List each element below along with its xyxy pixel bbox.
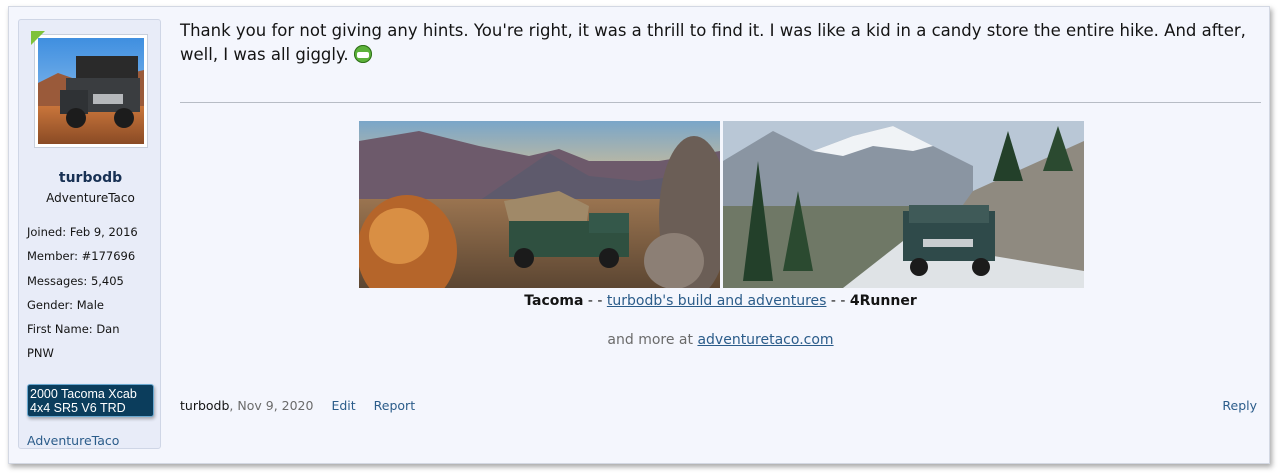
message-text: Thank you for not giving any hints. You'… (180, 21, 1246, 64)
signature-caption: Tacoma - - turbodb's build and adventure… (180, 293, 1261, 309)
build-badge-line2: 4x4 SR5 V6 TRD (30, 401, 126, 415)
stat-joined: Joined: Feb 9, 2016 (27, 225, 138, 249)
stat-value: Male (76, 297, 104, 312)
caption-4runner: 4Runner (849, 293, 917, 309)
stat-label: Member: (27, 249, 78, 264)
stat-gender: Gender: Male (27, 298, 138, 322)
stat-value: #177696 (81, 249, 136, 264)
user-sidebar: turbodb AdventureTaco Joined: Feb 9, 201… (18, 19, 161, 449)
reply-button[interactable]: Reply (1222, 398, 1257, 413)
message-body: Thank you for not giving any hints. You'… (180, 19, 1260, 67)
4runner-signature-image[interactable] (723, 121, 1084, 288)
caption-separator: - - (583, 293, 607, 309)
edit-button[interactable]: Edit (331, 398, 355, 413)
stat-messages: Messages: 5,405 (27, 274, 138, 298)
stat-first-name: First Name: Dan (27, 322, 138, 346)
avatar-image (38, 38, 144, 144)
stat-member: Member: #177696 (27, 249, 138, 273)
username[interactable]: turbodb (19, 170, 162, 186)
post-footer: turbodb, Nov 9, 2020 Edit Report (180, 398, 415, 413)
stat-label: Joined: (27, 225, 67, 239)
forum-post: turbodb AdventureTaco Joined: Feb 9, 201… (8, 6, 1270, 464)
stat-value: 5,405 (90, 273, 124, 288)
caption-separator: - - (826, 293, 850, 309)
caption-tacoma: Tacoma (524, 293, 584, 309)
build-badge-line1: 2000 Tacoma Xcab (30, 387, 137, 401)
stat-value: Feb 9, 2016 (69, 225, 138, 239)
stat-label: Gender: (27, 297, 74, 312)
report-button[interactable]: Report (374, 398, 415, 413)
tacoma-signature-image[interactable] (359, 121, 720, 288)
website-link[interactable]: adventuretaco.com (697, 332, 833, 348)
stat-value: PNW (27, 346, 54, 361)
more-prefix: and more at (607, 332, 698, 348)
user-stats: Joined: Feb 9, 2016 Member: #177696 Mess… (27, 225, 138, 371)
user-title: AdventureTaco (46, 191, 135, 205)
build-thread-link[interactable]: turbodb's build and adventures (607, 293, 827, 309)
stat-value: Dan (96, 322, 120, 337)
post-author[interactable]: turbodb (180, 398, 229, 413)
user-website-link[interactable]: AdventureTaco (27, 433, 119, 448)
grin-smiley-icon (353, 45, 372, 63)
stat-location: PNW (27, 346, 138, 370)
stat-label: First Name: (27, 322, 93, 337)
avatar[interactable] (31, 31, 148, 148)
signature-divider (180, 102, 1261, 103)
new-member-flag-icon (31, 31, 45, 45)
post-date[interactable]: Nov 9, 2020 (237, 398, 313, 413)
signature-more: and more at adventuretaco.com (180, 332, 1261, 348)
vehicle-build-badge[interactable]: 2000 Tacoma Xcab 4x4 SR5 V6 TRD (27, 384, 154, 417)
stat-label: Messages: (27, 273, 88, 288)
